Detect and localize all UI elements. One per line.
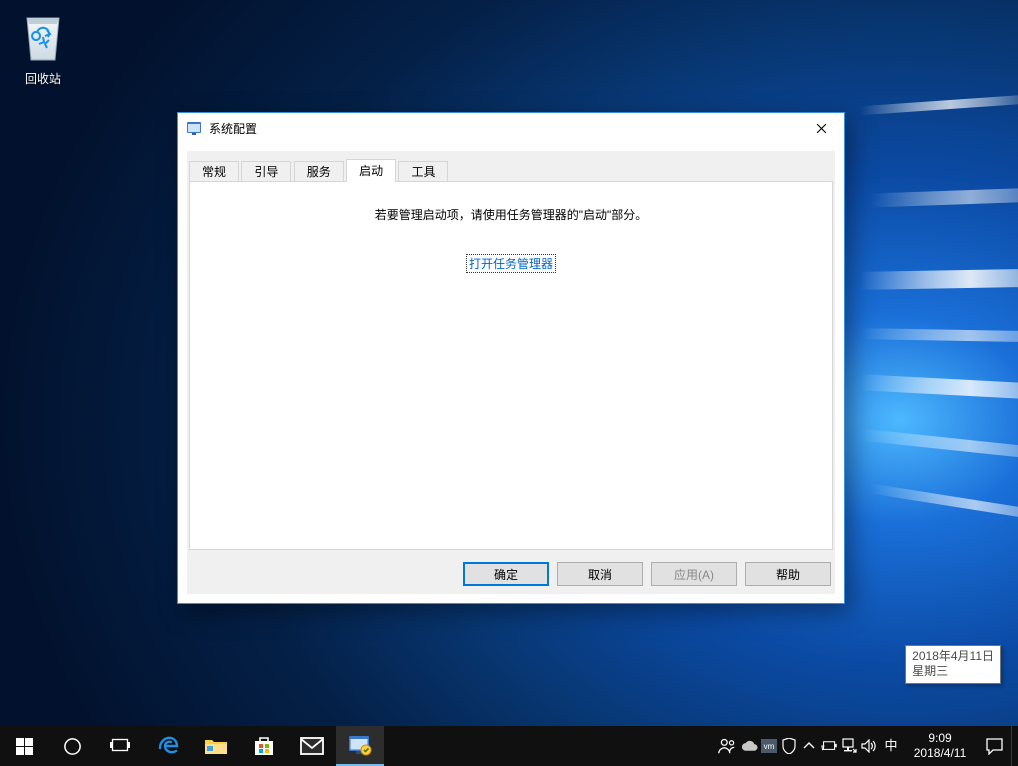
shield-icon	[782, 738, 796, 754]
cortana-icon	[63, 737, 82, 756]
open-task-manager-link-text: 打开任务管理器	[467, 255, 555, 272]
ok-button[interactable]: 确定	[463, 562, 549, 586]
tray-onedrive[interactable]	[739, 726, 759, 766]
taskbar-edge[interactable]	[144, 726, 192, 766]
show-desktop-button[interactable]	[1011, 726, 1018, 766]
tray-overflow[interactable]	[799, 726, 819, 766]
store-icon	[253, 735, 275, 757]
task-view-icon	[110, 738, 130, 754]
tab-tools[interactable]: 工具	[398, 161, 448, 182]
open-task-manager-link[interactable]: 打开任务管理器	[190, 255, 832, 272]
recycle-bin[interactable]: 回收站	[6, 4, 80, 87]
tray-network[interactable]	[839, 726, 859, 766]
cloud-icon	[741, 740, 758, 752]
tray-ime[interactable]: 中	[879, 726, 903, 766]
tab-boot[interactable]: 引导	[241, 161, 291, 182]
clock-date: 2018/4/11	[914, 746, 967, 761]
windows-logo-icon	[16, 738, 33, 755]
tray-clock[interactable]: 9:09 2018/4/11	[903, 731, 977, 761]
tray-power[interactable]	[819, 726, 839, 766]
task-view-button[interactable]	[96, 726, 144, 766]
desktop[interactable]: 回收站 系统配置 常规 引导 服务 启动 工具	[0, 0, 1018, 726]
tab-general[interactable]: 常规	[189, 161, 239, 182]
taskbar-store[interactable]	[240, 726, 288, 766]
cancel-button[interactable]: 取消	[557, 562, 643, 586]
msconfig-dialog: 系统配置 常规 引导 服务 启动 工具 若要管理启动项，请使用任务管理器的"启动…	[177, 112, 845, 604]
taskbar-mail[interactable]	[288, 726, 336, 766]
tray-action-center[interactable]	[977, 726, 1011, 766]
recycle-bin-label: 回收站	[6, 70, 80, 87]
close-button[interactable]	[798, 113, 844, 143]
network-icon	[841, 738, 857, 754]
cortana-button[interactable]	[48, 726, 96, 766]
msconfig-icon	[186, 120, 202, 136]
tray-people[interactable]	[715, 726, 739, 766]
dialog-button-row: 确定 取消 应用(A) 帮助	[463, 562, 831, 586]
people-icon	[717, 737, 737, 755]
tray-vmware[interactable]: vm	[759, 726, 779, 766]
tabstrip: 常规 引导 服务 启动 工具	[187, 159, 835, 181]
chevron-up-icon	[803, 742, 815, 750]
volume-icon	[861, 739, 877, 753]
vm-icon: vm	[761, 739, 777, 753]
tab-services[interactable]: 服务	[294, 161, 344, 182]
tray-security[interactable]	[779, 726, 799, 766]
mail-icon	[299, 736, 325, 756]
taskbar-spacer	[384, 726, 715, 766]
edge-icon	[156, 734, 180, 758]
help-button[interactable]: 帮助	[745, 562, 831, 586]
tooltip-date: 2018年4月11日	[912, 649, 994, 665]
recycle-bin-icon	[6, 4, 80, 68]
file-explorer-icon	[204, 736, 228, 756]
system-tray: vm	[715, 726, 1018, 766]
startup-panel: 若要管理启动项，请使用任务管理器的"启动"部分。 打开任务管理器	[189, 181, 833, 550]
taskbar-file-explorer[interactable]	[192, 726, 240, 766]
dialog-title: 系统配置	[209, 120, 798, 137]
dialog-body: 常规 引导 服务 启动 工具 若要管理启动项，请使用任务管理器的"启动"部分。 …	[187, 151, 835, 594]
action-center-icon	[986, 738, 1003, 755]
titlebar[interactable]: 系统配置	[178, 113, 844, 143]
startup-message: 若要管理启动项，请使用任务管理器的"启动"部分。	[190, 206, 832, 223]
svg-text:vm: vm	[764, 742, 775, 751]
taskbar-msconfig[interactable]	[336, 726, 384, 766]
msconfig-taskbar-icon	[348, 734, 372, 756]
battery-icon	[821, 740, 838, 752]
tray-volume[interactable]	[859, 726, 879, 766]
clock-tooltip: 2018年4月11日 星期三	[905, 645, 1001, 684]
tooltip-weekday: 星期三	[912, 664, 994, 680]
clock-time: 9:09	[928, 731, 951, 746]
apply-button[interactable]: 应用(A)	[651, 562, 737, 586]
tab-startup[interactable]: 启动	[346, 159, 396, 182]
start-button[interactable]	[0, 726, 48, 766]
taskbar: vm	[0, 726, 1018, 766]
